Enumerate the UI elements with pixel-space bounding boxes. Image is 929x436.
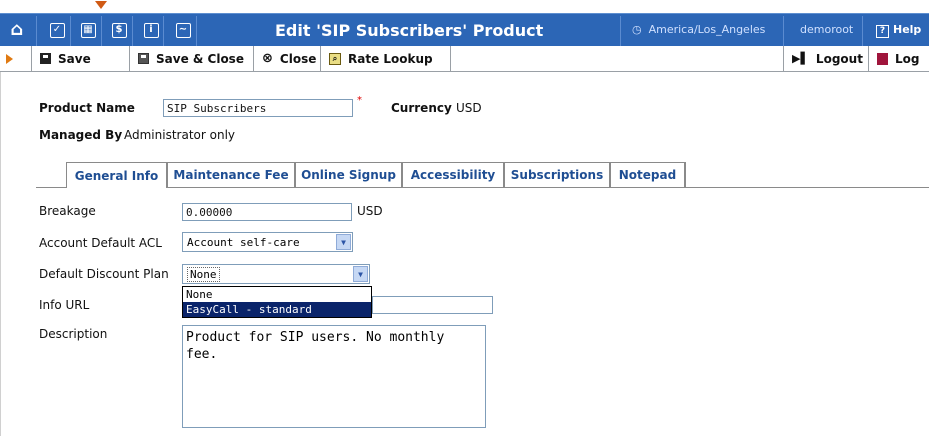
tab-end-divider	[685, 162, 686, 187]
home-icon[interactable]: ⌂	[8, 20, 26, 40]
logout-icon: ▶▌	[792, 52, 809, 65]
log-icon	[877, 52, 888, 65]
grid-icon[interactable]: ▦	[79, 20, 97, 40]
rate-lookup-icon: ⌕	[329, 52, 341, 65]
close-icon: ⊗	[262, 51, 273, 66]
dollar-icon[interactable]: $	[110, 20, 128, 40]
log-button[interactable]: Log	[869, 46, 929, 71]
clock-icon: ◷	[632, 23, 649, 36]
save-icon	[40, 53, 51, 64]
timezone-link[interactable]: ◷ America/Los_Angeles	[632, 23, 765, 36]
page-title: Edit 'SIP Subscribers' Product	[275, 21, 544, 40]
required-marker: *	[357, 95, 362, 106]
currency-label: Currency	[391, 101, 452, 115]
tab-online-signup[interactable]: Online Signup	[295, 162, 402, 187]
top-strip	[0, 0, 929, 13]
discount-plan-label: Default Discount Plan	[39, 267, 169, 281]
account-acl-select[interactable]: Account self-care ▼	[182, 232, 353, 252]
breakage-label: Breakage	[39, 204, 96, 218]
tab-accessibility[interactable]: Accessibility	[402, 162, 504, 187]
header-divider	[70, 16, 71, 46]
header-divider	[196, 16, 197, 46]
tab-subscriptions[interactable]: Subscriptions	[504, 162, 610, 187]
header-divider	[783, 16, 784, 46]
discount-option-none[interactable]: None	[183, 287, 371, 302]
header-divider	[163, 16, 164, 46]
save-close-icon	[138, 53, 149, 64]
discount-plan-select[interactable]: None ▼	[182, 264, 370, 284]
description-label: Description	[39, 327, 108, 341]
managed-by-label: Managed By	[39, 128, 123, 142]
chevron-down-icon[interactable]: ▼	[336, 234, 351, 250]
product-name-label: Product Name	[39, 101, 135, 115]
help-link[interactable]: ? Help	[876, 23, 921, 38]
header-divider	[620, 16, 621, 46]
save-button[interactable]: Save	[32, 46, 130, 71]
chart-icon[interactable]: ∼	[174, 20, 192, 40]
currency-value: USD	[456, 101, 482, 115]
discount-plan-value: None	[187, 267, 220, 282]
discount-option-easycall[interactable]: EasyCall - standard	[183, 302, 371, 317]
logout-button[interactable]: ▶▌ Logout	[784, 46, 869, 71]
tab-maintenance-fee[interactable]: Maintenance Fee	[167, 162, 295, 187]
header-divider	[862, 16, 863, 46]
header-bar: ⌂ ✓ ▦ $ i ∼ Edit 'SIP Subscribers' Produ…	[0, 13, 929, 46]
user-name[interactable]: demoroot	[800, 23, 853, 36]
tab-notepad[interactable]: Notepad	[610, 162, 685, 187]
product-name-input[interactable]: SIP Subscribers	[163, 99, 353, 117]
close-button[interactable]: ⊗ Close	[254, 46, 321, 71]
rate-lookup-button[interactable]: ⌕ Rate Lookup	[321, 46, 451, 71]
header-divider	[36, 16, 37, 46]
info-url-label: Info URL	[39, 298, 90, 312]
page-left-border	[0, 72, 1, 436]
chevron-down-icon[interactable]: ▼	[353, 266, 368, 282]
info-url-input[interactable]	[372, 296, 493, 314]
breakage-currency: USD	[357, 204, 383, 218]
account-acl-label: Account Default ACL	[39, 236, 162, 250]
description-textarea[interactable]: Product for SIP users. No monthly fee.	[182, 325, 486, 428]
header-divider	[101, 16, 102, 46]
menu-pointer-icon	[95, 1, 107, 9]
play-icon	[6, 54, 13, 64]
tab-general-info[interactable]: General Info	[66, 162, 167, 188]
discount-plan-dropdown: None EasyCall - standard	[182, 286, 372, 318]
info-icon[interactable]: i	[142, 20, 160, 40]
help-icon: ?	[876, 25, 889, 38]
toolbar: Save Save & Close ⊗ Close ⌕ Rate Lookup ▶▌…	[0, 46, 929, 72]
header-divider	[132, 16, 133, 46]
save-close-button[interactable]: Save & Close	[130, 46, 254, 71]
breakage-input[interactable]: 0.00000	[182, 203, 352, 221]
tab-bar: General Info Maintenance Fee Online Sign…	[36, 162, 929, 188]
managed-by-value: Administrator only	[124, 128, 235, 142]
account-acl-value: Account self-care	[187, 236, 300, 249]
checkbox-icon[interactable]: ✓	[48, 20, 66, 40]
